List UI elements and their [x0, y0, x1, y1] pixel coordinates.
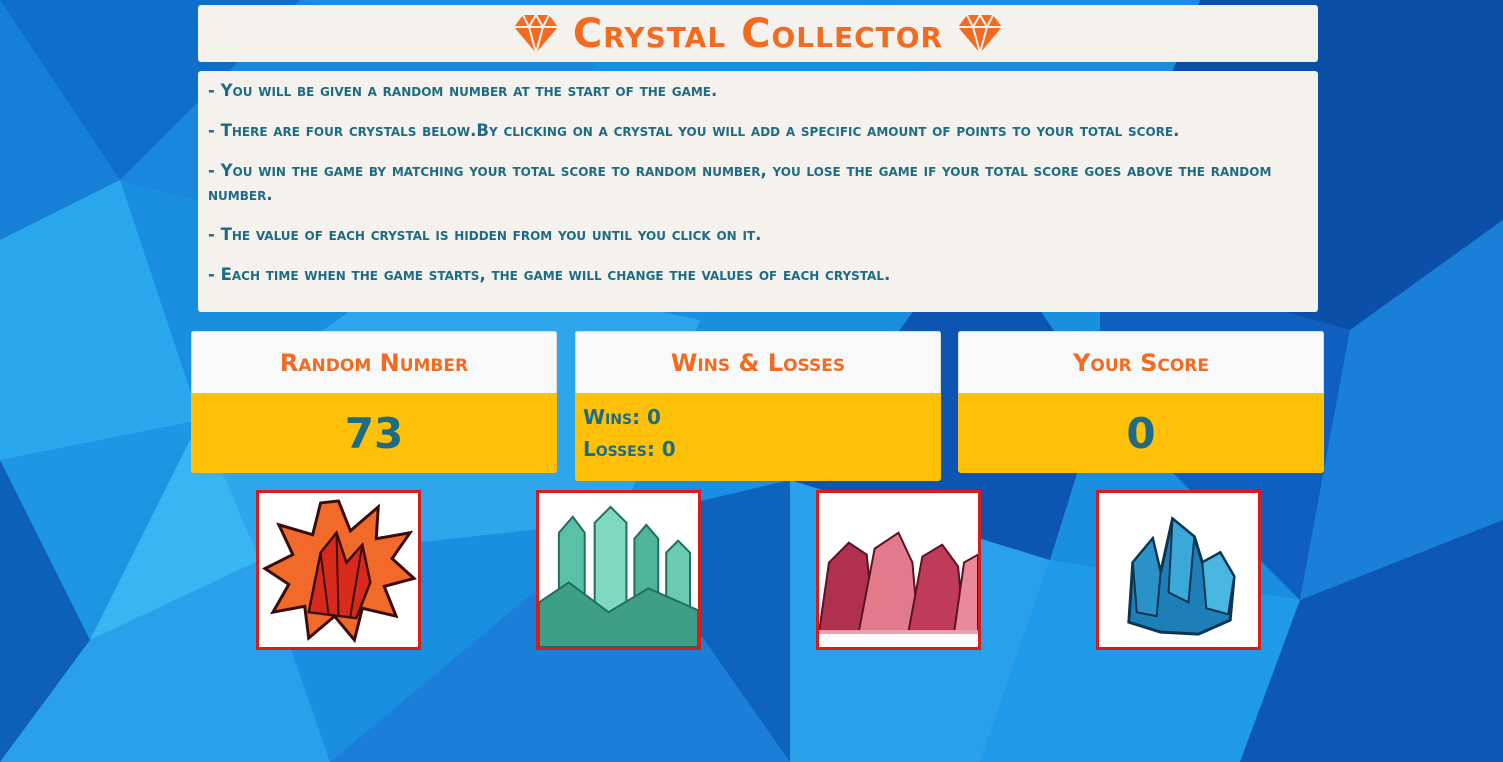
wins-losses-body: Wins: 0 Losses: 0: [575, 393, 941, 481]
page-title: Crystal Collector: [572, 10, 944, 57]
rule-line: - Each time when the game starts, the ga…: [208, 265, 891, 284]
wins-losses-card: Wins & Losses Wins: 0 Losses: 0: [575, 331, 941, 481]
title-bar: Crystal Collector: [198, 5, 1318, 62]
wins-losses-heading: Wins & Losses: [575, 331, 941, 393]
your-score-body: 0: [958, 393, 1324, 473]
pink-crystal-icon: [819, 493, 978, 647]
crystal-button-pink[interactable]: [816, 490, 981, 650]
random-number-card: Random Number 73: [191, 331, 557, 473]
your-score-card: Your Score 0: [958, 331, 1324, 473]
crystal-button-green[interactable]: [536, 490, 701, 650]
random-number-body: 73: [191, 393, 557, 473]
crystal-button-blue[interactable]: [1096, 490, 1261, 650]
green-crystal-icon: [539, 493, 698, 647]
losses-count: Losses: 0: [583, 437, 676, 461]
blue-crystal-icon: [1127, 516, 1236, 636]
rule-line: - The value of each crystal is hidden fr…: [208, 225, 762, 244]
diamond-icon: [958, 12, 1003, 55]
random-number-value: 73: [344, 408, 404, 458]
rule-line: - There are four crystals below.By click…: [208, 121, 1180, 140]
wins-count: Wins: 0: [583, 405, 661, 429]
your-score-value: 0: [1126, 408, 1156, 458]
rule-line: - You win the game by matching your tota…: [208, 161, 1272, 204]
your-score-heading: Your Score: [958, 331, 1324, 393]
crystal-button-red[interactable]: [256, 490, 421, 650]
rules-panel: - You will be given a random number at t…: [198, 71, 1318, 312]
red-crystal-icon: [262, 499, 418, 644]
diamond-icon: [513, 12, 558, 55]
random-number-heading: Random Number: [191, 331, 557, 393]
rule-line: - You will be given a random number at t…: [208, 81, 718, 100]
